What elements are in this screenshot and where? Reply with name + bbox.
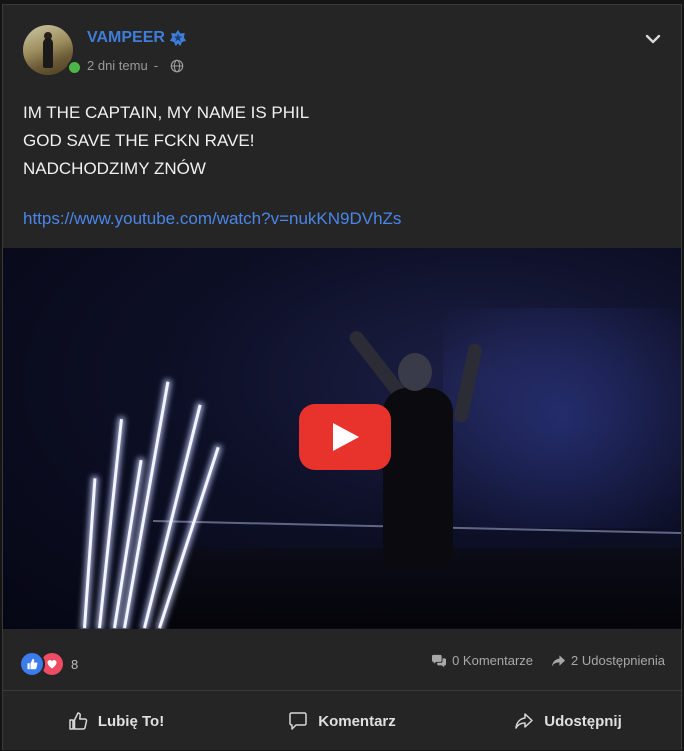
author-name-link[interactable]: VAMPEER xyxy=(87,29,187,47)
comment-bubble-icon xyxy=(289,712,307,730)
post-line: IM THE CAPTAIN, MY NAME IS PHIL xyxy=(23,103,310,122)
post-time[interactable]: 2 dni temu xyxy=(87,58,148,73)
post-header: VAMPEER 2 dni temu - xyxy=(3,5,681,85)
stats-right: 0 Komentarze 2 Udostępnienia xyxy=(431,653,665,668)
post-meta: 2 dni temu - xyxy=(87,58,184,73)
like-button[interactable]: Lubię To! xyxy=(3,691,229,751)
reaction-count: 8 xyxy=(71,656,79,672)
comments-icon xyxy=(432,654,447,667)
like-icon xyxy=(19,651,45,677)
share-arrow-icon xyxy=(515,713,533,729)
play-button[interactable] xyxy=(299,404,391,470)
post-stats: 8 0 Komentarze 2 Udostępnienia xyxy=(3,643,681,683)
comment-button-label: Komentarz xyxy=(318,712,396,730)
video-embed[interactable] xyxy=(3,248,681,629)
comments-count[interactable]: 0 Komentarze xyxy=(431,653,533,668)
avatar[interactable] xyxy=(23,25,73,75)
like-button-label: Lubię To! xyxy=(97,712,165,730)
youtube-link[interactable]: https://www.youtube.com/watch?v=nukKN9DV… xyxy=(23,209,401,229)
chevron-down-icon[interactable] xyxy=(645,31,661,47)
post-text: IM THE CAPTAIN, MY NAME IS PHIL GOD SAVE… xyxy=(23,99,663,183)
author-name[interactable]: VAMPEER xyxy=(87,29,165,47)
reactions-summary[interactable]: 8 xyxy=(19,651,78,677)
share-arrow-icon xyxy=(551,654,566,667)
share-button-label: Udostępnij xyxy=(544,712,622,730)
globe-icon xyxy=(170,59,184,72)
thumbs-up-icon xyxy=(69,712,88,730)
shares-count-label: 2 Udostępnienia xyxy=(571,653,665,668)
post-card: VAMPEER 2 dni temu - IM THE CAPTAIN, MY … xyxy=(2,4,682,750)
comment-button[interactable]: Komentarz xyxy=(229,691,455,751)
comments-count-label: 0 Komentarze xyxy=(452,653,534,668)
post-line: NADCHODZIMY ZNÓW xyxy=(23,159,206,178)
play-icon xyxy=(333,423,359,451)
post-line: GOD SAVE THE FCKN RAVE! xyxy=(23,131,255,150)
online-status-indicator xyxy=(67,60,82,75)
share-button[interactable]: Udostępnij xyxy=(455,691,681,751)
meta-separator: - xyxy=(153,58,159,73)
post-actions: Lubię To! Komentarz Udostępnij xyxy=(3,691,681,751)
verified-badge-icon xyxy=(169,29,187,47)
shares-count[interactable]: 2 Udostępnienia xyxy=(551,653,665,668)
